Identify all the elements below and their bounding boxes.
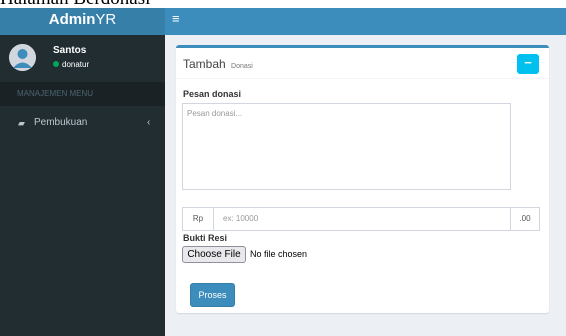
user-status: donatur	[53, 60, 89, 69]
user-name: Santos	[53, 45, 87, 56]
chevron-left-icon: ‹	[147, 117, 151, 128]
page-heading-text: Halaman Berdonasi	[0, 0, 150, 8]
logo-bold: Admin	[48, 11, 96, 28]
box-title: Tambah Donasi	[183, 57, 253, 71]
logo-rest: YR	[95, 11, 117, 28]
currency-prefix: Rp	[183, 208, 214, 230]
file-status: No file chosen	[250, 249, 308, 259]
amount-input-group: Rp ex: 10000 .00	[182, 207, 540, 231]
choose-file-button[interactable]: Choose File	[182, 246, 246, 263]
book-icon: ▰	[18, 118, 25, 128]
user-avatar-icon	[9, 44, 36, 71]
online-status-icon	[53, 61, 59, 67]
sidebar-toggle-icon[interactable]: ≡	[172, 11, 180, 26]
menu-header: MANAJEMEN MENU	[0, 82, 165, 106]
pesan-placeholder: Pesan donasi...	[187, 109, 243, 118]
avatar	[9, 44, 36, 71]
page-heading: Halaman Berdonasi	[0, 0, 566, 8]
box-subtitle: Donasi	[231, 63, 253, 70]
amount-input[interactable]: ex: 10000	[214, 208, 512, 230]
currency-suffix: .00	[510, 208, 539, 230]
sidebar-item-pembukuan[interactable]: ▰ Pembukuan ‹	[0, 113, 165, 133]
sidebar: Santos donatur MANAJEMEN MENU ▰ Pembukua…	[0, 35, 165, 336]
box-header: Tambah Donasi −	[176, 48, 549, 79]
pesan-textarea[interactable]: Pesan donasi...	[182, 103, 511, 190]
user-status-text: donatur	[62, 60, 90, 69]
user-panel: Santos donatur	[0, 35, 165, 82]
collapse-button[interactable]: −	[517, 54, 539, 74]
app-logo[interactable]: AdminYR	[0, 8, 165, 35]
box-title-text: Tambah	[183, 57, 226, 71]
top-navbar: ≡	[165, 8, 566, 35]
pesan-label: Pesan donasi	[183, 89, 242, 99]
proses-button[interactable]: Proses	[190, 283, 235, 307]
sidebar-item-label: Pembukuan	[34, 117, 88, 128]
donation-form-box: Tambah Donasi − Pesan donasi Pesan donas…	[176, 45, 549, 313]
resi-label: Bukti Resi	[183, 233, 228, 243]
amount-placeholder: ex: 10000	[223, 214, 259, 223]
